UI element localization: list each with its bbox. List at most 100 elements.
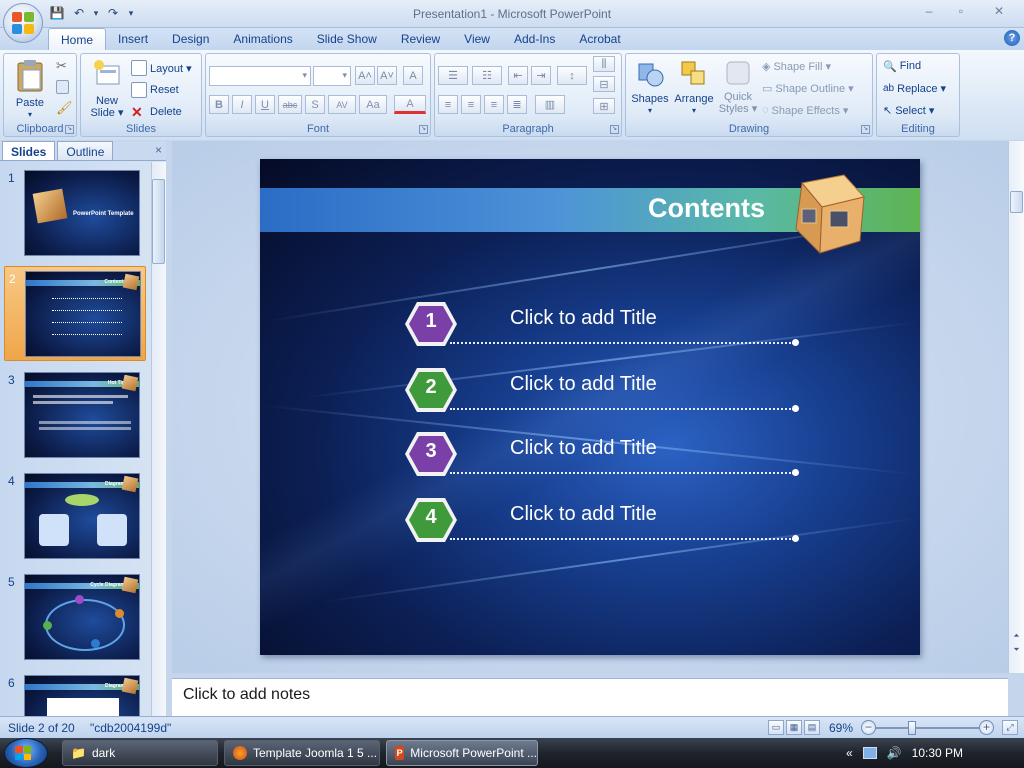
slide-thumbnail[interactable]: 3 Hot Tip <box>4 368 146 463</box>
clear-formatting-button[interactable]: A <box>403 66 423 85</box>
slide-thumbnail[interactable]: 1 PowerPoint Template <box>4 166 146 261</box>
delete-button[interactable]: ✕ Delete <box>131 102 182 122</box>
slide-thumbnail[interactable]: 4 Diagram <box>4 469 146 564</box>
copy-icon[interactable] <box>56 80 69 94</box>
content-item[interactable]: 1 Click to add Title <box>404 300 804 352</box>
italic-button[interactable]: I <box>232 95 252 114</box>
tab-slides[interactable]: Slides <box>2 141 56 160</box>
format-painter-icon[interactable]: 🖌 <box>56 100 73 116</box>
slide-show-view-icon[interactable]: ▤ <box>804 720 820 735</box>
find-button[interactable]: 🔍 Find <box>883 56 921 76</box>
tab-add-ins[interactable]: Add-Ins <box>502 28 567 50</box>
decrease-indent-button[interactable]: ⇤ <box>508 66 528 85</box>
paragraph-launcher-icon[interactable]: ↘ <box>610 125 619 134</box>
customize-toolbar-icon[interactable]: ▾ <box>126 4 136 22</box>
zoom-slider[interactable] <box>876 727 980 729</box>
content-item[interactable]: 2 Click to add Title <box>404 366 804 418</box>
change-case-button[interactable]: Aa <box>359 95 387 114</box>
previous-slide-icon[interactable]: ⏶ <box>1010 630 1023 642</box>
taskbar-item-firefox[interactable]: Template Joomla 1 5 ... <box>224 740 380 766</box>
quick-styles-button[interactable]: Quick Styles ▾ <box>718 58 758 115</box>
paste-button[interactable]: Paste ▾ <box>8 58 52 121</box>
font-size-combo[interactable] <box>313 66 351 86</box>
bold-button[interactable]: B <box>209 95 229 114</box>
zoom-in-icon[interactable]: + <box>979 720 994 735</box>
align-text-button[interactable]: ⊟ <box>593 76 615 92</box>
slide-thumbnail-selected[interactable]: 2 Contents <box>4 266 146 361</box>
drawing-launcher-icon[interactable]: ↘ <box>861 125 870 134</box>
undo-icon[interactable]: ↶ <box>70 4 88 22</box>
bullets-button[interactable]: ☰ <box>438 66 468 85</box>
slide-sorter-view-icon[interactable]: ▦ <box>786 720 802 735</box>
network-icon[interactable] <box>862 747 877 759</box>
strikethrough-button[interactable]: abc <box>278 95 302 114</box>
help-icon[interactable]: ? <box>1004 30 1020 46</box>
clipboard-launcher-icon[interactable]: ↘ <box>65 125 74 134</box>
close-button[interactable]: ✕ <box>978 2 1020 20</box>
tab-home[interactable]: Home <box>48 28 107 50</box>
slide-thumbnail[interactable]: 5 Cycle Diagram <box>4 570 146 665</box>
slide-title[interactable]: Contents <box>648 193 765 224</box>
fit-to-window-icon[interactable]: ⤢ <box>1002 720 1018 735</box>
shape-effects-button[interactable]: ◌ Shape Effects ▾ <box>762 100 848 120</box>
shape-outline-button[interactable]: ▭ Shape Outline ▾ <box>762 78 854 98</box>
office-button[interactable] <box>3 3 43 43</box>
current-slide[interactable]: Contents 1 Click to add Title 2 Click to… <box>260 159 920 655</box>
font-launcher-icon[interactable]: ↘ <box>419 125 428 134</box>
increase-indent-button[interactable]: ⇥ <box>531 66 551 85</box>
redo-icon[interactable]: ↷ <box>104 4 122 22</box>
zoom-out-icon[interactable]: − <box>861 720 876 735</box>
numbering-button[interactable]: ☷ <box>472 66 502 85</box>
pane-scroll-thumb[interactable] <box>152 179 165 264</box>
text-direction-button[interactable]: ⫼ <box>593 56 615 72</box>
character-spacing-button[interactable]: AV <box>328 95 356 114</box>
font-name-combo[interactable] <box>209 66 311 86</box>
line-spacing-button[interactable]: ↕ <box>557 66 587 85</box>
smartart-button[interactable]: ⊞ <box>593 98 615 114</box>
tab-insert[interactable]: Insert <box>106 28 160 50</box>
tab-acrobat[interactable]: Acrobat <box>567 28 632 50</box>
tab-design[interactable]: Design <box>160 28 221 50</box>
cut-icon[interactable]: ✂ <box>56 58 67 74</box>
restore-button[interactable]: ▫ <box>946 2 976 20</box>
minimize-button[interactable]: – <box>914 2 944 20</box>
shapes-button[interactable]: Shapes ▾ <box>630 58 670 117</box>
justify-button[interactable]: ≣ <box>507 95 527 114</box>
text-shadow-button[interactable]: S <box>305 95 325 114</box>
reset-button[interactable]: Reset <box>131 80 179 100</box>
tab-outline[interactable]: Outline <box>57 141 114 160</box>
notes-pane[interactable]: Click to add notes <box>172 678 1008 716</box>
tray-expand-icon[interactable]: « <box>846 746 853 760</box>
tab-view[interactable]: View <box>452 28 502 50</box>
font-color-button[interactable]: A <box>394 95 426 114</box>
vertical-scroll-thumb[interactable] <box>1010 191 1023 213</box>
align-left-button[interactable]: ≡ <box>438 95 458 114</box>
shrink-font-button[interactable]: A˅ <box>377 66 397 85</box>
shape-fill-button[interactable]: ◈ Shape Fill ▾ <box>762 56 831 76</box>
layout-button[interactable]: Layout ▾ <box>131 58 192 78</box>
vertical-scrollbar[interactable] <box>1008 141 1024 673</box>
tab-slide-show[interactable]: Slide Show <box>305 28 389 50</box>
zoom-slider-knob[interactable] <box>908 721 917 735</box>
content-item[interactable]: 3 Click to add Title <box>404 430 804 482</box>
pane-close-icon[interactable]: × <box>155 143 162 157</box>
undo-dropdown-icon[interactable]: ▾ <box>92 4 100 22</box>
item-title[interactable]: Click to add Title <box>510 307 657 330</box>
item-title[interactable]: Click to add Title <box>510 503 657 526</box>
next-slide-icon[interactable]: ⏷ <box>1010 644 1023 656</box>
tab-review[interactable]: Review <box>389 28 452 50</box>
columns-button[interactable]: ▥ <box>535 95 565 114</box>
slide-thumbnail[interactable]: 6 Diagram <box>4 671 146 716</box>
save-icon[interactable]: 💾 <box>48 4 66 22</box>
item-title[interactable]: Click to add Title <box>510 437 657 460</box>
item-title[interactable]: Click to add Title <box>510 373 657 396</box>
content-item[interactable]: 4 Click to add Title <box>404 496 804 548</box>
taskbar-item-powerpoint[interactable]: P Microsoft PowerPoint ... <box>386 740 538 766</box>
notes-placeholder[interactable]: Click to add notes <box>183 686 310 704</box>
clock[interactable]: 10:30 PM <box>912 746 963 760</box>
new-slide-button[interactable]: New Slide ▾ <box>85 58 129 119</box>
taskbar-item-dark[interactable]: 📁 dark <box>62 740 218 766</box>
tab-animations[interactable]: Animations <box>221 28 304 50</box>
grow-font-button[interactable]: A˄ <box>355 66 375 85</box>
zoom-level[interactable]: 69% <box>829 721 853 735</box>
